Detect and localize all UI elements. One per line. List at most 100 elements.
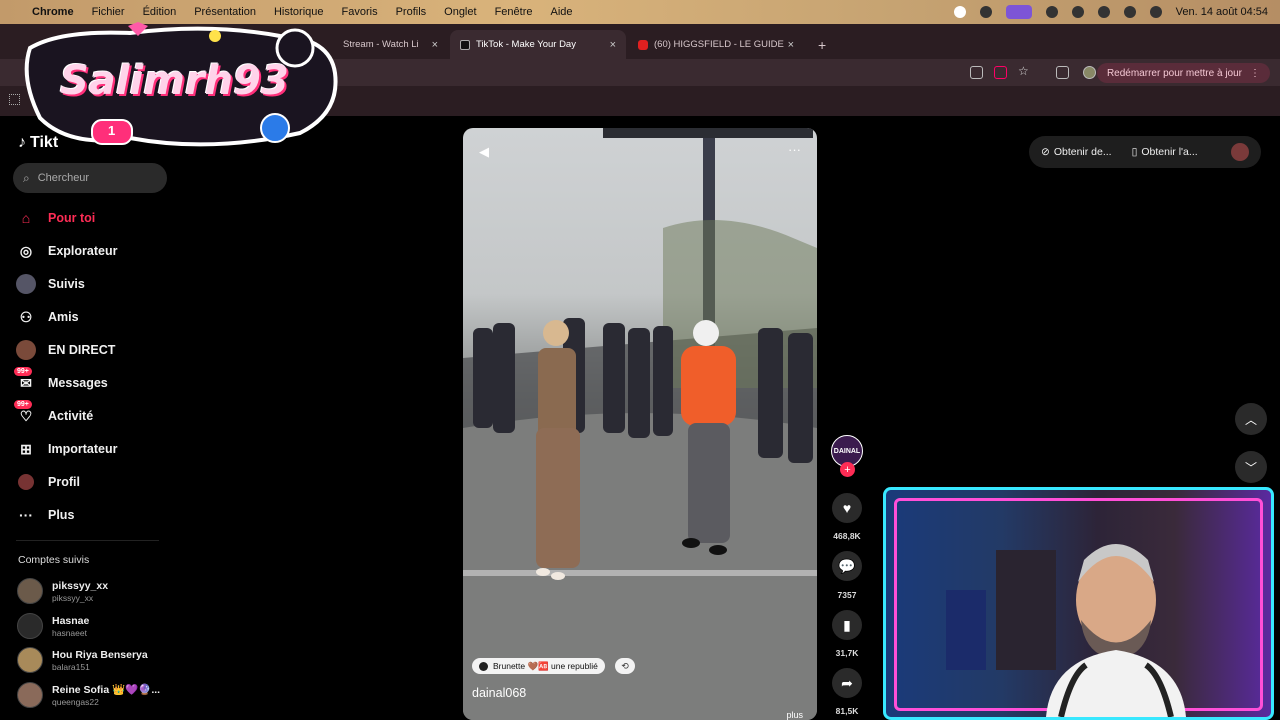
chevron-down-icon: ﹀ [1244,460,1257,475]
menu-item-tab[interactable]: Onglet [444,6,476,18]
more-icon: ··· [19,507,33,523]
avatar [17,578,43,604]
nav-for-you[interactable]: ⌂ Pour toi [16,206,95,230]
menu-item-file[interactable]: Fichier [92,6,125,18]
comment-count: 7357 [837,590,857,600]
media-controls-icon[interactable] [1056,66,1069,79]
search-input[interactable]: ⌕ Chercheur [13,163,167,193]
tiktok-sidebar: ♪ Tikt ⌕ Chercheur ⌂ Pour toi ◎ Explorat… [0,116,175,720]
close-icon[interactable]: × [610,39,616,51]
search-placeholder: Chercheur [37,172,90,184]
comment-button[interactable]: 💬 [832,551,862,581]
menu-item-bookmarks[interactable]: Favoris [342,6,378,18]
star-icon[interactable]: ☆ [1018,64,1031,78]
next-video-button[interactable]: ﹀ [1235,451,1267,483]
tiktok-favicon-icon [460,39,470,50]
video-player[interactable]: ◀ ··· Brunette 🤎🆎 une republié ⟲ dainal0… [463,128,817,720]
youtube-favicon-icon [638,39,648,50]
get-app-button[interactable]: Obtenir l'a... [1141,146,1197,158]
avatar[interactable] [1231,143,1249,161]
menu-item-view[interactable]: Présentation [194,6,256,18]
logo-badge: 1 [108,123,116,138]
cast-icon[interactable] [994,66,1007,79]
account-name: pikssyy_xx [52,579,109,592]
nav-label: Profil [48,475,80,489]
sync-icon[interactable] [979,6,992,18]
tab-title: (60) HIGGSFIELD - LE GUIDE [654,39,784,50]
avatar [17,613,43,639]
spotlight-search-icon[interactable] [1123,6,1136,18]
kebab-menu-icon: ⋮ [1250,67,1260,79]
battery-icon[interactable] [1097,6,1110,18]
screen-record-icon[interactable] [1005,5,1032,19]
repost-tag-pill[interactable]: Brunette 🤎🆎 une republié [472,658,605,674]
save-button[interactable]: ▮ [832,610,862,640]
nav-following[interactable]: Suivis [16,272,85,296]
nav-profile[interactable]: Profil [16,470,80,494]
followed-account[interactable]: pikssyy_xx pikssyy_xx [17,576,108,606]
tab-title: Stream - Watch Li [343,39,419,50]
nav-live[interactable]: EN DIRECT [16,338,115,362]
messages-icon: ✉ 99+ [14,367,36,393]
translate-icon[interactable] [970,66,983,79]
nav-label: Messages [48,376,108,390]
heart-icon: ♥ [842,500,852,516]
compass-icon: ◎ [19,242,33,259]
tab-tiktok[interactable]: TikTok - Make Your Day × [450,30,626,59]
followed-account[interactable]: Hasnae hasnaeet [17,611,89,641]
menu-item-window[interactable]: Fenêtre [495,6,533,18]
top-right-actions: ⊘ Obtenir de... ▯ Obtenir l'a... [1029,136,1261,168]
phone-icon: ▯ [1131,146,1138,158]
menu-item-history[interactable]: Historique [274,6,324,18]
profile-avatar-icon[interactable] [1083,66,1096,79]
close-icon[interactable]: × [432,39,438,51]
account-name: Reine Sofia 👑💜🔮... [52,684,161,696]
share-button[interactable]: ➦ [832,668,862,698]
activity-badge: 99+ [14,400,32,409]
new-tab-button[interactable]: + [808,30,828,59]
menu-clock[interactable]: Ven. 14 août 04:54 [1176,6,1268,18]
close-icon[interactable]: × [788,39,794,51]
nav-label: Explorateur [48,244,118,258]
tab-youtube[interactable]: (60) HIGGSFIELD - LE GUIDE × [628,30,804,59]
repost-icon[interactable]: ⟲ [615,658,635,674]
account-name: Hasnae [52,614,90,627]
menu-item-help[interactable]: Aide [550,6,572,18]
share-count: 81,5K [835,706,859,716]
restart-update-button[interactable]: Redémarrer pour mettre à jour ⋮ [1096,63,1270,83]
mute-icon[interactable]: ◀ [479,144,489,160]
wifi-icon[interactable] [1071,6,1084,18]
nav-explore[interactable]: ◎ Explorateur [16,239,118,263]
tab-stream[interactable]: Stream - Watch Li × [333,30,448,59]
share-arrow-icon: ➦ [841,674,853,691]
status-dot-icon[interactable] [953,6,966,18]
like-button[interactable]: ♥ [832,493,862,523]
caption-more-link[interactable]: plus [786,710,803,720]
video-author-username[interactable]: dainal068 [472,686,526,700]
tab-title: TikTok - Make Your Day [476,39,576,50]
video-options-icon[interactable]: ··· [788,142,801,157]
menu-item-profiles[interactable]: Profils [396,6,427,18]
nav-label: Importateur [48,442,118,456]
nav-activity[interactable]: ♡ 99+ Activité [14,400,93,428]
nav-friends[interactable]: ⚇ Amis [16,305,79,329]
avatar [17,682,43,708]
nav-more[interactable]: ··· Plus [16,503,74,527]
following-icon [16,274,36,294]
home-icon: ⌂ [21,210,31,226]
nav-label: Pour toi [48,211,96,225]
reposter-avatar-icon [479,661,488,671]
menu-app-name[interactable]: Chrome [32,6,74,18]
previous-video-button[interactable]: ︿ [1235,403,1267,435]
followed-account[interactable]: Hou Riya Benserya balara151 [17,645,148,675]
repost-tag-text: Brunette 🤎🆎 une republié [493,660,598,671]
nav-messages[interactable]: ✉ 99+ Messages [14,367,108,395]
control-center-icon[interactable] [1149,6,1162,18]
menu-item-edit[interactable]: Édition [143,6,177,18]
followed-account[interactable]: Reine Sofia 👑💜🔮... queengas22 [17,680,160,710]
get-desktop-button[interactable]: Obtenir de... [1054,146,1112,158]
account-handle: balara151 [52,661,90,672]
follow-plus-icon[interactable]: + [840,462,855,477]
nav-upload[interactable]: ⊞ Importateur [16,437,117,461]
play-icon[interactable] [1045,6,1058,18]
